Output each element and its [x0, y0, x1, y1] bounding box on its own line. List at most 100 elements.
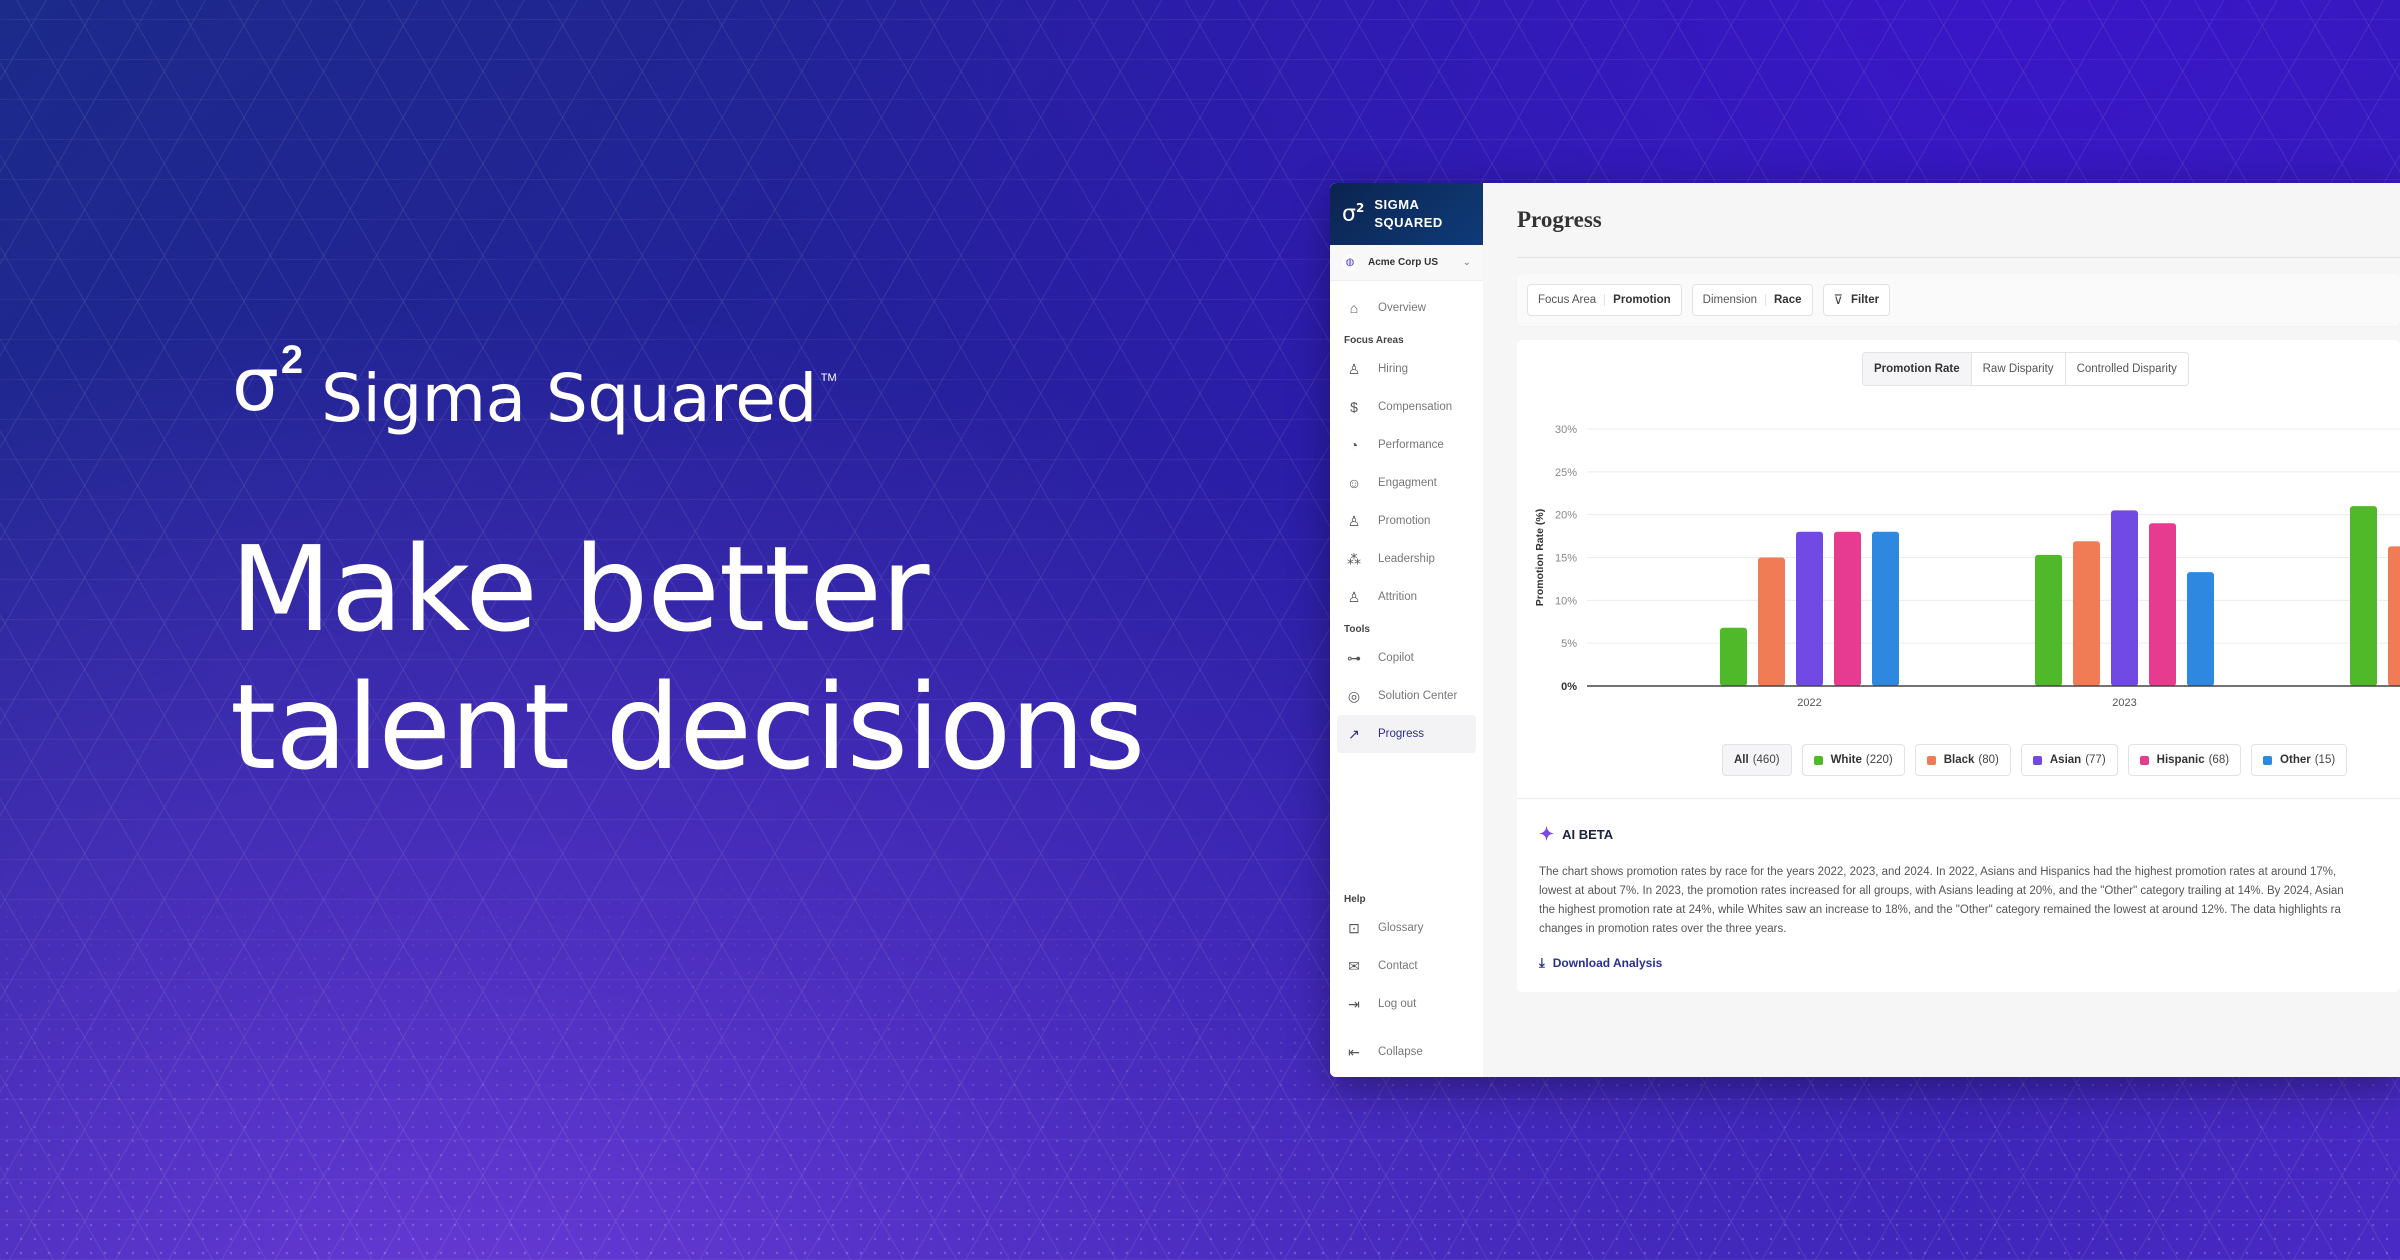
user-plus-icon: ♙	[1347, 360, 1361, 377]
collapse-button[interactable]: ⇤ Collapse	[1337, 1033, 1476, 1071]
sidebar-item-label: Performance	[1378, 439, 1444, 451]
dollar-icon: $	[1350, 399, 1358, 415]
superscript-two: 2	[280, 338, 304, 382]
sidebar-item-label: Attrition	[1378, 591, 1417, 603]
sidebar-item-progress[interactable]: ↗ Progress	[1337, 715, 1476, 753]
sidebar-item-engagment[interactable]: ☺ Engagment	[1337, 464, 1476, 502]
legend-swatch	[2032, 755, 2042, 765]
ai-title: AI BETA	[1562, 827, 1614, 842]
legend-count: (15)	[2314, 754, 2336, 766]
sidebar-item-copilot[interactable]: ⊶ Copilot	[1337, 639, 1476, 677]
ai-header: ✦ AI BETA	[1539, 824, 2400, 845]
section-label-focus-areas: Focus Areas	[1344, 335, 1404, 346]
trend-up-icon: ↗	[1348, 725, 1360, 742]
bar-black-2022	[1758, 557, 1785, 686]
legend-swatch	[2263, 755, 2273, 765]
chart-legend: All (460) White (220) Black (80) Asian (77) …	[1722, 744, 2348, 776]
legend-item-hispanic[interactable]: Hispanic (68)	[2127, 744, 2242, 776]
org-switcher[interactable]: ◍ Acme Corp US ⌄	[1330, 245, 1483, 281]
legend-count: (220)	[1865, 754, 1893, 766]
sidebar-item-label: Engagment	[1378, 477, 1437, 489]
sidebar-title-line-2: SQUARED	[1374, 215, 1443, 230]
book-icon: ⊡	[1348, 919, 1360, 936]
focus-area-selector[interactable]: Focus Area Promotion	[1527, 284, 1682, 316]
sidebar-item-hiring[interactable]: ♙ Hiring	[1337, 350, 1476, 388]
target-icon: ◎	[1347, 687, 1361, 704]
trademark: TM	[820, 372, 837, 384]
legend-swatch	[2139, 755, 2149, 765]
legend-name: Black	[1943, 754, 1975, 766]
sidebar-item-label: Solution Center	[1378, 690, 1458, 702]
ai-line: the highest promotion rate at 24%, while…	[1539, 904, 2341, 916]
copilot-icon: ⊶	[1347, 649, 1361, 666]
sidebar-title: SIGMA SQUARED	[1374, 196, 1443, 232]
tab-controlled-disparity[interactable]: Controlled Disparity	[2066, 353, 2188, 385]
legend-item-black[interactable]: Black (80)	[1914, 744, 2011, 776]
sidebar-title-line-1: SIGMA	[1374, 197, 1420, 212]
promotion-rate-chart: 0% 5% 10% 15% 20% 25% 30% Promotion Rate (%) 202…	[1534, 424, 2400, 709]
org-globe-icon: ◍	[1342, 254, 1358, 271]
headline-line-1: Make better	[230, 520, 930, 658]
download-analysis-link[interactable]: ⤓ Download Analysis	[1539, 955, 2400, 971]
sidebar-item-contact[interactable]: ✉ Contact	[1337, 947, 1476, 985]
y-tick-label: 20%	[1555, 510, 1577, 522]
legend-swatch	[1926, 755, 1936, 765]
sidebar-item-solution-center[interactable]: ◎ Solution Center	[1337, 677, 1476, 715]
main-content: Progress Focus Area Promotion Dimension …	[1483, 183, 2400, 1077]
y-tick-label: 5%	[1561, 638, 1577, 650]
sigma-logo-icon: σ2	[1342, 201, 1364, 226]
card-divider	[1517, 798, 2400, 799]
sidebar-item-compensation[interactable]: $ Compensation	[1337, 388, 1476, 426]
sidebar-item-glossary[interactable]: ⊡ Glossary	[1337, 909, 1476, 947]
tab-raw-disparity[interactable]: Raw Disparity	[1972, 353, 2066, 385]
y-tick-label: 0%	[1561, 681, 1577, 693]
smile-icon: ☺	[1346, 475, 1362, 491]
sidebar-item-attrition[interactable]: ♙ Attrition	[1337, 578, 1476, 616]
sidebar-nav: ⌂ Overview Focus Areas ♙ Hiring $ Compensa…	[1330, 281, 1483, 1077]
bar-other-2022	[1872, 531, 1899, 686]
bar-black-2023	[2073, 541, 2100, 686]
user-minus-icon: ♙	[1347, 588, 1361, 605]
sidebar-item-label: Progress	[1378, 728, 1425, 740]
sidebar-header: σ2 SIGMA SQUARED	[1330, 183, 1483, 245]
bar-hispanic-2022	[1834, 531, 1861, 686]
sidebar-item-overview[interactable]: ⌂ Overview	[1337, 289, 1476, 327]
tab-promotion-rate[interactable]: Promotion Rate	[1863, 353, 1972, 385]
filter-add-icon: ⊽	[1833, 292, 1844, 307]
filter-button[interactable]: ⊽ Filter	[1822, 284, 1891, 316]
legend-item-all[interactable]: All (460)	[1722, 744, 1792, 776]
logout-icon: ⇥	[1348, 995, 1360, 1012]
legend-item-white[interactable]: White (220)	[1801, 744, 1905, 776]
ai-line: The chart shows promotion rates by race …	[1539, 866, 2337, 878]
sidebar-item-label: Log out	[1378, 998, 1417, 1010]
sidebar-item-leadership[interactable]: ⁂ Leadership	[1337, 540, 1476, 578]
legend-name: Hispanic	[2156, 754, 2205, 766]
y-axis-label: Promotion Rate (%)	[1534, 509, 1546, 606]
legend-swatch	[1813, 755, 1823, 765]
download-icon: ⤓	[1539, 955, 1545, 970]
x-tick-label: 2022	[1797, 697, 1821, 709]
legend-count: (77)	[2085, 754, 2106, 766]
app-window: σ2 SIGMA SQUARED ◍ Acme Corp US ⌄ ⌂ Over…	[1330, 183, 2400, 1077]
page-title: Progress	[1517, 207, 1602, 232]
x-tick-label: 2023	[2112, 697, 2136, 709]
y-tick-label: 25%	[1555, 467, 1577, 479]
hierarchy-icon: ⁂	[1347, 550, 1361, 567]
gauge-icon: ◔	[1349, 437, 1359, 453]
legend-name: Other	[2280, 754, 2311, 766]
sidebar-item-performance[interactable]: ◔ Performance	[1337, 426, 1476, 464]
metric-tabs: Promotion Rate Raw Disparity Controlled …	[1862, 352, 2189, 386]
legend-name: All	[1734, 754, 1749, 766]
title-divider	[1517, 257, 2400, 258]
sidebar-item-promotion[interactable]: ♙ Promotion	[1337, 502, 1476, 540]
sidebar-item-logout[interactable]: ⇥ Log out	[1337, 985, 1476, 1023]
collapse-label: Collapse	[1378, 1046, 1423, 1058]
ai-line: lowest at about 7%. In 2023, the promoti…	[1539, 885, 2344, 897]
focus-area-value: Promotion	[1613, 294, 1671, 306]
dimension-selector[interactable]: Dimension Race	[1691, 284, 1813, 316]
org-name: Acme Corp US	[1368, 257, 1439, 268]
section-label-tools: Tools	[1344, 624, 1370, 635]
legend-item-other[interactable]: Other (15)	[2251, 744, 2348, 776]
legend-item-asian[interactable]: Asian (77)	[2020, 744, 2118, 776]
sparkle-icon: ✦	[1539, 824, 1555, 844]
